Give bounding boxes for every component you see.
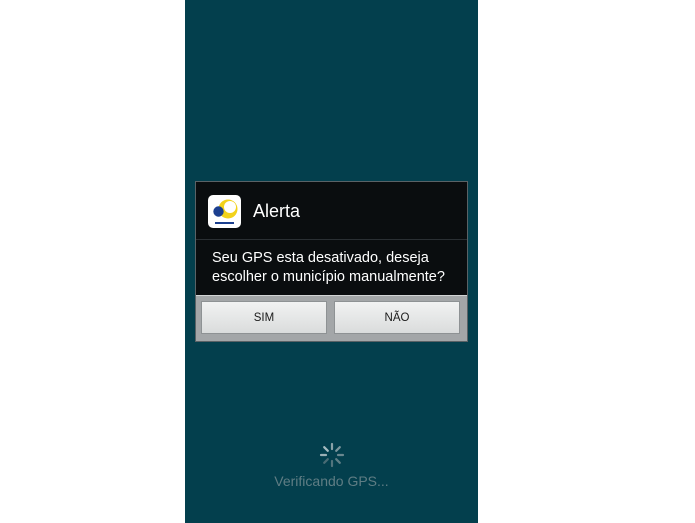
phone-screen: Alerta Seu GPS esta desativado, deseja e… <box>185 0 478 523</box>
dialog-title: Alerta <box>253 201 301 221</box>
screenshot-canvas: Alerta Seu GPS esta desativado, deseja e… <box>0 0 695 523</box>
dialog-header: Alerta <box>196 182 467 238</box>
yes-button[interactable]: SIM <box>201 301 327 334</box>
spinner-icon <box>319 442 345 468</box>
dialog-divider <box>196 239 467 240</box>
no-button[interactable]: NÃO <box>334 301 460 334</box>
anatel-logo-icon <box>208 195 241 228</box>
dialog-message: Seu GPS esta desativado, deseja escolher… <box>212 250 445 285</box>
dialog-button-bar: SIM NÃO <box>196 295 467 341</box>
alert-dialog: Alerta Seu GPS esta desativado, deseja e… <box>195 181 468 342</box>
loading-text: Verificando GPS... <box>274 473 389 489</box>
